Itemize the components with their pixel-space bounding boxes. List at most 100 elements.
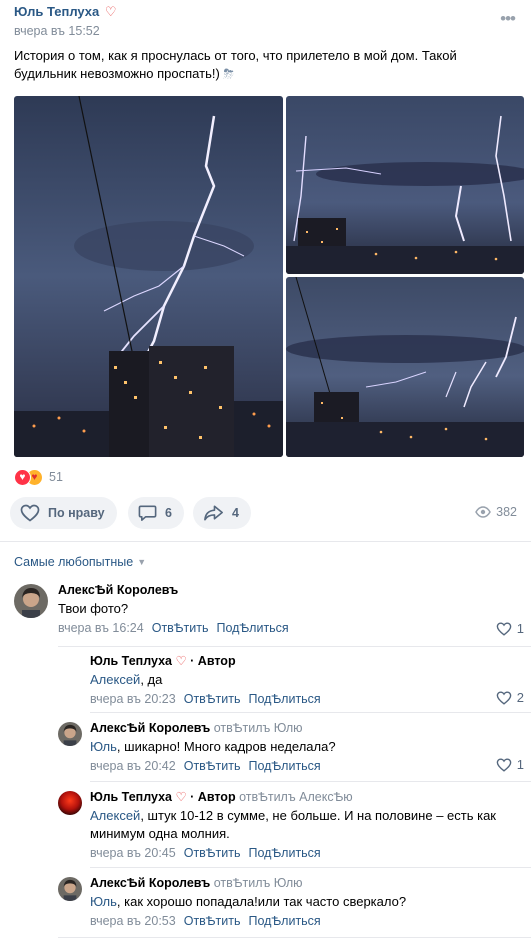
reply-button[interactable]: ОтвѢтить	[184, 759, 241, 773]
comment-meta: вчера въ 20:42 ОтвѢтить ПодѢлиться	[90, 758, 524, 774]
like-button[interactable]: По нраву	[10, 497, 117, 529]
photo-lightning-3[interactable]	[286, 277, 524, 457]
eye-icon	[475, 506, 492, 518]
comment-body: АлексѢй Королевъ отвѢтилъ Юлю Юль, шикар…	[90, 720, 524, 774]
share-count: 4	[232, 506, 239, 520]
divider	[0, 541, 531, 542]
comment-like-count: 1	[516, 757, 524, 772]
reply-button[interactable]: ОтвѢтить	[184, 692, 241, 706]
comment-author[interactable]: АлексѢй Королевъ	[58, 582, 524, 598]
comment-like-count: 2	[516, 690, 524, 705]
comment-reply: АлексѢй Королевъ отвѢтилъ Юлю Юль, как х…	[58, 875, 524, 931]
comment-author[interactable]: Юль Теплуха ♡ · Автор	[90, 653, 524, 669]
share-link[interactable]: ПодѢлиться	[216, 621, 288, 635]
comment-text: Твои фото?	[58, 601, 129, 616]
avatar-image	[14, 584, 48, 618]
comment-like-button[interactable]: 1	[496, 757, 524, 772]
photo-lightning-2[interactable]	[286, 96, 524, 274]
post-author[interactable]: Юль Теплуха ♡	[14, 4, 517, 20]
share-link[interactable]: ПодѢлиться	[248, 759, 320, 773]
share-icon	[204, 505, 223, 521]
like-label: По нраву	[48, 506, 105, 520]
photo-gallery	[14, 96, 524, 457]
heart-emoji-icon: ♡	[104, 4, 117, 19]
mention-link[interactable]: Алексей	[90, 808, 140, 823]
post-header: Юль Теплуха ♡ вчера въ 15:52 •••	[14, 4, 517, 40]
post-text-body: История о том, как я проснулась от того,…	[14, 48, 457, 81]
share-link[interactable]: ПодѢлиться	[248, 846, 320, 860]
avatar[interactable]	[58, 722, 82, 746]
replied-to[interactable]: отвѢтилъ АлексѢю	[239, 790, 353, 804]
comment-text: Алексей, да	[90, 671, 524, 689]
heart-emoji-icon: ♡	[175, 790, 187, 804]
author-badge: · Автор	[190, 790, 236, 804]
more-options-icon[interactable]: •••	[500, 10, 516, 27]
comments-sort-dropdown[interactable]: Самые любопытные ▼	[14, 555, 146, 569]
comment-button[interactable]: 6	[128, 497, 184, 529]
avatar[interactable]	[58, 791, 82, 815]
comment-author[interactable]: АлексѢй Королевъ отвѢтилъ Юлю	[90, 875, 524, 891]
chevron-down-icon: ▼	[137, 557, 147, 567]
comment-reply: Юль Теплуха ♡ · Автор Алексей, да вчера …	[58, 653, 524, 709]
divider	[58, 937, 531, 938]
comment-author-name[interactable]: Юль Теплуха	[90, 790, 172, 804]
comment-time[interactable]: вчера въ 20:23	[90, 692, 176, 706]
comment-author-name[interactable]: Юль Теплуха	[90, 654, 172, 668]
replied-to[interactable]: отвѢтилъ Юлю	[214, 876, 303, 890]
post-actions: По нраву 6 4 382	[10, 497, 517, 529]
comment-time[interactable]: вчера въ 20:45	[90, 846, 176, 860]
comment-meta: вчера въ 20:53 ОтвѢтить ПодѢлиться	[90, 913, 524, 929]
avatar[interactable]	[14, 584, 48, 618]
comment-meta: вчера въ 20:23 ОтвѢтить ПодѢлиться	[90, 691, 524, 707]
comment-reply: АлексѢй Королевъ отвѢтилъ Юлю Юль, шикар…	[58, 720, 524, 776]
comment-text-body: , шикарно! Много кадров неделала?	[116, 739, 336, 754]
comment-body: Юль Теплуха ♡ · Автор отвѢтилъ АлексѢю А…	[90, 789, 524, 861]
reactions-summary[interactable]: ♥ ♥ 51	[14, 468, 63, 486]
comment-text: Алексей, штук 10-12 в сумме, не больше. …	[90, 807, 510, 843]
comment-author-name[interactable]: АлексѢй Королевъ	[90, 721, 210, 735]
share-link[interactable]: ПодѢлиться	[248, 692, 320, 706]
comment-body: АлексѢй Королевъ отвѢтилъ Юлю Юль, как х…	[90, 875, 524, 929]
comment-body: Юль Теплуха ♡ · Автор Алексей, да вчера …	[90, 653, 524, 707]
comment-time[interactable]: вчера въ 20:42	[90, 759, 176, 773]
comment-text-body: , да	[140, 672, 163, 687]
lightning-photo-image	[286, 96, 524, 274]
comment-reply: Юль Теплуха ♡ · Автор отвѢтилъ АлексѢю А…	[58, 789, 524, 863]
heart-reaction-icon: ♥	[14, 468, 31, 486]
mention-link[interactable]: Юль	[90, 739, 117, 754]
heart-icon	[496, 757, 512, 772]
share-button[interactable]: 4	[193, 497, 251, 529]
avatar-image	[58, 722, 82, 746]
divider	[90, 867, 531, 868]
comment-author[interactable]: Юль Теплуха ♡ · Автор отвѢтилъ АлексѢю	[90, 789, 524, 805]
comment-time[interactable]: вчера въ 20:53	[90, 914, 176, 928]
comment-author-name[interactable]: АлексѢй Королевъ	[90, 876, 210, 890]
sort-label: Самые любопытные	[14, 555, 134, 569]
post-author-name[interactable]: Юль Теплуха	[14, 4, 99, 19]
views-counter: 382	[475, 505, 517, 519]
photo-lightning-1[interactable]	[14, 96, 283, 457]
reply-button[interactable]: ОтвѢтить	[184, 846, 241, 860]
heart-icon	[20, 504, 40, 522]
storm-emoji-icon: ⛈	[223, 66, 234, 81]
mention-link[interactable]: Юль	[90, 894, 117, 909]
comment-like-button[interactable]: 1	[496, 621, 524, 636]
author-badge: · Автор	[190, 654, 236, 668]
mention-link[interactable]: Алексей	[90, 672, 140, 687]
divider	[58, 646, 531, 647]
post-text: История о том, как я проснулась от того,…	[14, 47, 514, 83]
avatar-image	[58, 877, 82, 901]
comment-author[interactable]: АлексѢй Королевъ отвѢтилъ Юлю	[90, 720, 524, 736]
comment-meta: вчера въ 20:45 ОтвѢтить ПодѢлиться	[90, 845, 524, 861]
reply-button[interactable]: ОтвѢтить	[184, 914, 241, 928]
avatar[interactable]	[58, 877, 82, 901]
replied-to[interactable]: отвѢтилъ Юлю	[214, 721, 303, 735]
comment-like-button[interactable]: 2	[496, 690, 524, 705]
lightning-photo-image	[286, 277, 524, 457]
comment-meta: вчера въ 16:24 ОтвѢтить ПодѢлиться	[58, 620, 524, 636]
share-link[interactable]: ПодѢлиться	[248, 914, 320, 928]
post-time[interactable]: вчера въ 15:52	[14, 23, 517, 39]
reply-button[interactable]: ОтвѢтить	[152, 621, 209, 635]
comment-text: Юль, как хорошо попадала!или так часто с…	[90, 893, 524, 911]
comment-time[interactable]: вчера въ 16:24	[58, 621, 144, 635]
